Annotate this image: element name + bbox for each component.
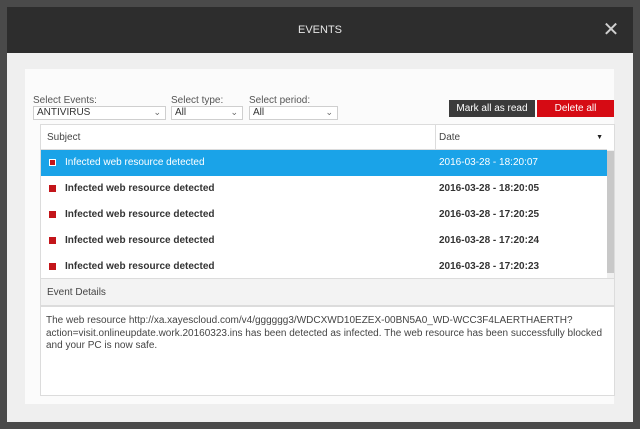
table-row[interactable]: Infected web resource detected 2016-03-2…: [41, 176, 607, 202]
row-subject: Infected web resource detected: [65, 183, 215, 194]
events-dialog: EVENTS ✕ Select Events: ANTIVIRUS ⌄ Sele…: [7, 7, 633, 422]
chevron-down-icon: ⌄: [230, 107, 238, 117]
close-icon[interactable]: ✕: [599, 18, 623, 42]
row-date: 2016-03-28 - 17:20:25: [439, 209, 540, 220]
table-row[interactable]: Infected web resource detected 2016-03-2…: [41, 202, 607, 228]
event-details-header: Event Details: [40, 279, 615, 306]
chevron-down-icon: ⌄: [153, 107, 161, 117]
title-bar: EVENTS ✕: [7, 7, 633, 53]
event-marker-icon: [49, 159, 56, 166]
select-period-value: All: [253, 107, 265, 118]
row-date: 2016-03-28 - 18:20:05: [439, 183, 540, 194]
column-divider: [435, 125, 436, 150]
delete-all-button[interactable]: Delete all: [537, 100, 614, 117]
row-date: 2016-03-28 - 17:20:23: [439, 261, 540, 272]
select-events-label: Select Events:: [33, 95, 97, 106]
event-marker-icon: [49, 237, 56, 244]
scrollbar-thumb[interactable]: [607, 151, 614, 273]
row-subject: Infected web resource detected: [65, 261, 215, 272]
event-details-text: The web resource http://xa.xayescloud.co…: [40, 306, 615, 396]
event-marker-icon: [49, 211, 56, 218]
row-date: 2016-03-28 - 17:20:24: [439, 235, 540, 246]
mark-all-read-button[interactable]: Mark all as read: [449, 100, 535, 117]
select-period-dropdown[interactable]: All ⌄: [249, 106, 338, 120]
column-header-date[interactable]: Date ▼: [439, 125, 603, 150]
table-header: Subject Date ▼: [41, 125, 607, 150]
sort-caret-icon: ▼: [596, 134, 603, 141]
table-row[interactable]: Infected web resource detected 2016-03-2…: [41, 254, 607, 278]
table-row[interactable]: Infected web resource detected 2016-03-2…: [41, 150, 607, 176]
events-panel: Select Events: ANTIVIRUS ⌄ Select type: …: [25, 69, 615, 404]
select-type-dropdown[interactable]: All ⌄: [171, 106, 243, 120]
select-period-label: Select period:: [249, 95, 311, 106]
select-type-label: Select type:: [171, 95, 224, 106]
events-table: Subject Date ▼ Infected web resource det…: [40, 124, 615, 279]
row-subject: Infected web resource detected: [65, 157, 205, 168]
select-events-value: ANTIVIRUS: [37, 107, 91, 118]
row-subject: Infected web resource detected: [65, 209, 215, 220]
select-events-dropdown[interactable]: ANTIVIRUS ⌄: [33, 106, 166, 120]
row-subject: Infected web resource detected: [65, 235, 215, 246]
dialog-title: EVENTS: [297, 24, 342, 36]
event-details-heading: Event Details: [47, 287, 106, 298]
chevron-down-icon: ⌄: [325, 107, 333, 117]
column-header-subject[interactable]: Subject: [47, 125, 80, 150]
event-marker-icon: [49, 185, 56, 192]
event-marker-icon: [49, 263, 56, 270]
select-type-value: All: [175, 107, 187, 118]
table-row[interactable]: Infected web resource detected 2016-03-2…: [41, 228, 607, 254]
row-date: 2016-03-28 - 18:20:07: [439, 157, 538, 168]
column-header-date-label: Date: [439, 132, 461, 143]
